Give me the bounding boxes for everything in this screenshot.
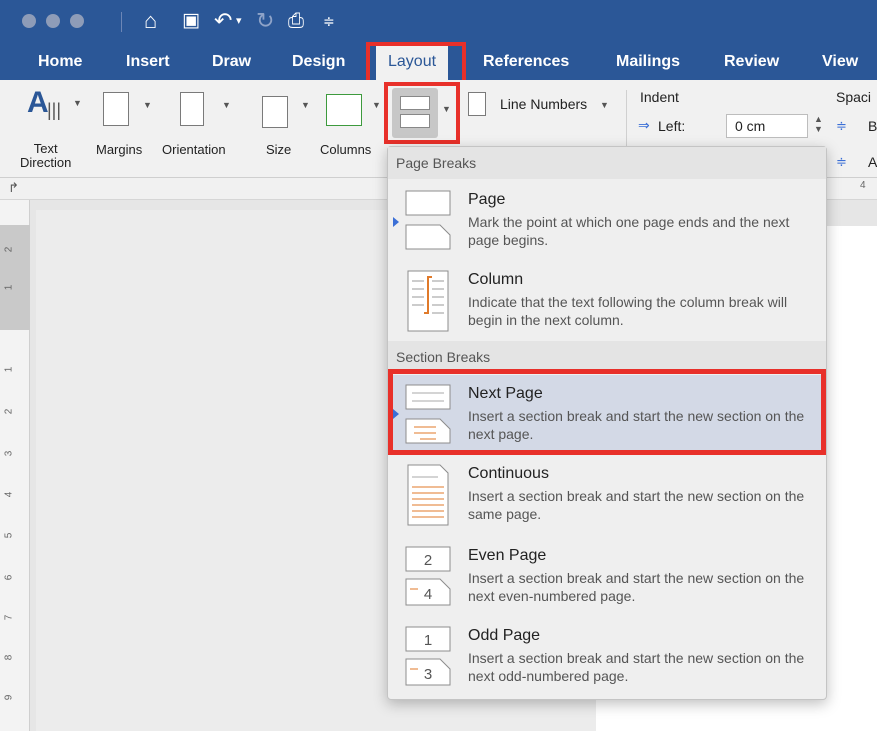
menu-item-title: Continuous <box>468 465 549 482</box>
text-direction-label: Text Direction <box>20 141 72 170</box>
menu-item-title: Column <box>468 271 524 288</box>
undo-icon[interactable]: ↶ <box>214 6 232 36</box>
ruler-number: 1 <box>3 284 15 291</box>
ruler-number: 6 <box>3 574 15 581</box>
zoom-window-button[interactable] <box>70 14 84 28</box>
orientation-icon <box>180 92 204 126</box>
odd-icon-bottom-number: 3 <box>424 666 432 683</box>
spacing-heading: Spaci <box>836 89 872 105</box>
columns-label: Columns <box>320 142 372 157</box>
tab-references[interactable]: References <box>483 44 569 80</box>
menu-item-title: Odd Page <box>468 627 541 644</box>
ruler-number: 2 <box>3 246 15 253</box>
text-direction-icon: A <box>27 86 49 119</box>
tab-view[interactable]: View <box>822 44 858 80</box>
menu-item-description: Insert a section break and start the new… <box>468 650 805 684</box>
ruler-margin-shade <box>0 225 30 330</box>
indent-heading: Indent <box>640 89 679 105</box>
menu-item-description: Mark the point at which one page ends an… <box>468 214 790 248</box>
tab-home[interactable]: Home <box>38 44 82 80</box>
line-numbers-icon <box>468 92 486 116</box>
spacing-before-label: B <box>868 118 877 134</box>
margins-label: Margins <box>96 142 143 157</box>
ruler-number: 9 <box>3 694 15 701</box>
home-icon[interactable]: ⌂ <box>144 6 157 36</box>
print-icon[interactable]: ⎙ <box>288 6 304 36</box>
size-label: Size <box>266 142 292 157</box>
odd-icon-top-number: 1 <box>424 632 432 649</box>
menu-item-description: Insert a section break and start the new… <box>468 570 805 604</box>
menu-item-description: Insert a section break and start the new… <box>468 488 805 522</box>
text-direction-lines-icon: ||| <box>47 100 62 120</box>
orientation-label: Orientation <box>162 142 226 157</box>
continuous-break-icon <box>407 464 449 526</box>
indent-left-stepper[interactable]: ▲ ▼ <box>814 114 823 134</box>
even-icon-top-number: 2 <box>424 552 432 569</box>
indent-left-icon: ⇒ <box>638 117 650 133</box>
ruler-number: 3 <box>3 450 15 457</box>
ruler-number: 4 <box>860 180 866 191</box>
columns-icon <box>326 94 362 126</box>
menu-item-column-break[interactable]: Column Indicate that the text following … <box>388 263 826 343</box>
even-icon-bottom-number: 4 <box>424 586 432 603</box>
ruler-number: 1 <box>3 366 15 373</box>
tab-insert[interactable]: Insert <box>126 44 170 80</box>
chevron-down-icon: ▼ <box>73 98 82 108</box>
page-break-icon <box>405 190 451 250</box>
ruler-number: 7 <box>3 614 15 621</box>
indent-left-input[interactable]: 0 cm <box>726 114 808 138</box>
customize-toolbar-icon[interactable]: ≑ <box>323 6 335 36</box>
redo-icon[interactable]: ↻ <box>256 6 274 36</box>
spacing-after-icon: ≑ <box>836 154 847 169</box>
current-marker-icon <box>393 217 399 227</box>
next-page-highlight <box>388 369 826 455</box>
toolbar-divider <box>121 12 122 32</box>
ruler-number: 5 <box>3 532 15 539</box>
minimize-window-button[interactable] <box>46 14 60 28</box>
chevron-down-icon: ▼ <box>600 100 609 110</box>
menu-item-description: Indicate that the text following the col… <box>468 294 788 328</box>
tab-stop-icon[interactable]: ↱ <box>8 180 19 196</box>
chevron-down-icon: ▼ <box>222 100 231 110</box>
tab-mailings[interactable]: Mailings <box>616 44 680 80</box>
tab-design[interactable]: Design <box>292 44 345 80</box>
vertical-ruler: 2 1 1 2 3 4 5 6 7 8 9 <box>0 200 30 731</box>
column-break-icon <box>407 270 449 332</box>
menu-item-page-break[interactable]: Page Mark the point at which one page en… <box>388 181 826 261</box>
margins-icon <box>103 92 129 126</box>
ruler-number: 2 <box>3 408 15 415</box>
tab-review[interactable]: Review <box>724 44 779 80</box>
menu-item-title: Page <box>468 191 506 208</box>
chevron-down-icon: ▼ <box>143 100 152 110</box>
close-window-button[interactable] <box>22 14 36 28</box>
title-bar: ⌂ ▣ ↶ ▾ ↻ ⎙ ≑ <box>0 0 877 44</box>
spacing-after-label: A <box>868 154 877 170</box>
chevron-down-icon: ▼ <box>301 100 310 110</box>
ruler-number: 8 <box>3 654 15 661</box>
menu-item-even-page[interactable]: 2 4 Even Page Insert a section break and… <box>388 539 826 617</box>
indent-left-label: Left: <box>658 118 686 134</box>
page-breaks-header: Page Breaks <box>388 147 826 179</box>
menu-item-odd-page[interactable]: 1 3 Odd Page Insert a section break and … <box>388 619 826 697</box>
chevron-down-icon: ▼ <box>372 100 381 110</box>
even-page-break-icon: 2 4 <box>405 546 451 606</box>
layout-tab-highlight <box>366 42 466 84</box>
ruler-number: 4 <box>3 491 15 498</box>
breaks-button-highlight <box>384 82 460 144</box>
line-numbers-label: Line Numbers <box>500 96 588 112</box>
menu-item-title: Even Page <box>468 547 547 564</box>
spacing-before-icon: ≑ <box>836 118 847 133</box>
odd-page-break-icon: 1 3 <box>405 626 451 686</box>
size-icon <box>262 96 288 128</box>
menu-item-continuous[interactable]: Continuous Insert a section break and st… <box>388 457 826 535</box>
tab-draw[interactable]: Draw <box>212 44 251 80</box>
undo-dropdown-icon[interactable]: ▾ <box>236 6 242 36</box>
save-icon[interactable]: ▣ <box>182 6 200 36</box>
